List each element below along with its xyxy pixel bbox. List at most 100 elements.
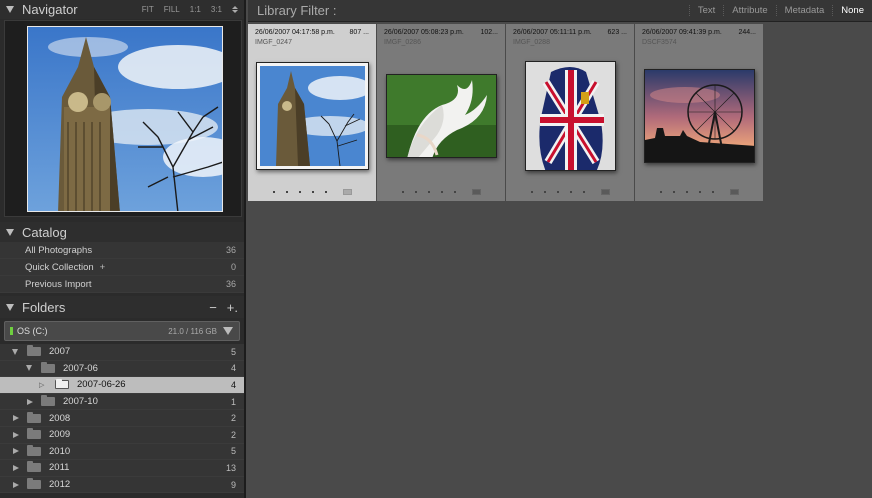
zoom-1-1[interactable]: 1:1 bbox=[190, 5, 201, 14]
metadata-badge-icon[interactable] bbox=[730, 189, 739, 195]
rating-dots[interactable] bbox=[402, 191, 456, 193]
quick-collection-plus-icon: + bbox=[99, 261, 106, 273]
folder-name: 2008 bbox=[49, 412, 71, 424]
folder-icon bbox=[41, 395, 55, 407]
catalog-item-count: 36 bbox=[225, 279, 236, 289]
folder-name: 2007-06 bbox=[63, 362, 98, 374]
catalog-panel: Catalog All Photographs 36 Quick Collect… bbox=[0, 222, 244, 293]
folder-name: 2011 bbox=[49, 462, 70, 474]
catalog-item-quick-collection[interactable]: Quick Collection + 0 bbox=[0, 259, 244, 276]
file-size: 623 ... bbox=[607, 29, 627, 36]
catalog-title: Catalog bbox=[22, 224, 67, 240]
folder-count: 5 bbox=[230, 346, 236, 357]
thumbnail[interactable] bbox=[256, 62, 369, 170]
folder-icon bbox=[27, 411, 41, 423]
file-name: DSCF3574 bbox=[642, 39, 677, 46]
folder-row-2007[interactable]: 2007 5 bbox=[0, 344, 244, 361]
volume-name: OS (C:) bbox=[17, 326, 48, 336]
folder-name: 2007 bbox=[49, 346, 71, 358]
expand-triangle-icon[interactable] bbox=[12, 348, 18, 355]
folder-count: 1 bbox=[230, 396, 236, 407]
folder-count: 2 bbox=[230, 413, 236, 424]
selected-marker-icon: ▷ bbox=[39, 381, 45, 389]
thumbnail[interactable] bbox=[386, 74, 497, 158]
grid-cell-dscf3574[interactable]: 26/06/2007 09:41:39 p.m. 244... DSCF3574 bbox=[635, 24, 764, 201]
folder-row-2007-06[interactable]: 2007-06 4 bbox=[0, 360, 244, 378]
rating-dots[interactable] bbox=[531, 191, 585, 193]
thumbnail[interactable] bbox=[644, 69, 755, 163]
folder-icon bbox=[27, 478, 41, 490]
collapse-triangle-icon[interactable] bbox=[6, 303, 14, 311]
metadata-badge-icon[interactable] bbox=[472, 189, 481, 195]
expand-triangle-icon[interactable] bbox=[13, 464, 19, 471]
folder-row-2012[interactable]: 2012 9 bbox=[0, 476, 244, 494]
catalog-item-label: Quick Collection + bbox=[0, 262, 231, 273]
zoom-fill[interactable]: FILL bbox=[164, 5, 180, 14]
folder-name: 2010 bbox=[49, 445, 71, 457]
grid-cell-imgf-0247[interactable]: 26/06/2007 04:17:58 p.m. 807 ... IMGF_02… bbox=[248, 24, 377, 201]
expand-triangle-icon[interactable] bbox=[13, 415, 19, 422]
filter-none[interactable]: None bbox=[832, 5, 872, 16]
volume-bar[interactable]: OS (C:) 21.0 / 116 GB bbox=[4, 321, 240, 341]
expand-triangle-icon[interactable] bbox=[26, 365, 32, 372]
add-folder-icon[interactable]: +. bbox=[227, 300, 238, 315]
filter-metadata[interactable]: Metadata bbox=[775, 5, 833, 16]
file-name: IMGF_0247 bbox=[255, 39, 292, 46]
folder-row-2010[interactable]: 2010 5 bbox=[0, 443, 244, 461]
folder-count: 4 bbox=[230, 363, 236, 374]
folder-row-2007-10[interactable]: 2007-10 1 bbox=[0, 393, 244, 411]
folder-row-2007-06-26[interactable]: ▷ 2007-06-26 4 bbox=[0, 377, 244, 394]
remove-folder-icon[interactable]: − bbox=[209, 300, 217, 315]
clock-tower-photo bbox=[28, 27, 222, 211]
folders-header[interactable]: Folders − +. bbox=[0, 296, 244, 318]
folder-name: 2009 bbox=[49, 429, 71, 441]
collapse-triangle-icon[interactable] bbox=[6, 6, 14, 13]
navigator-preview[interactable] bbox=[4, 20, 242, 217]
file-name: IMGF_0288 bbox=[513, 39, 550, 46]
expand-triangle-icon[interactable] bbox=[13, 431, 19, 438]
folder-icon bbox=[27, 461, 41, 473]
navigator-header[interactable]: Navigator FIT FILL 1:1 3:1 bbox=[0, 0, 244, 19]
expand-triangle-icon[interactable] bbox=[27, 398, 33, 405]
file-size: 807 ... bbox=[349, 29, 369, 36]
metadata-badge-icon[interactable] bbox=[343, 189, 352, 195]
catalog-header[interactable]: Catalog bbox=[0, 222, 244, 242]
ferris-wheel-sunset-thumbnail bbox=[645, 70, 754, 162]
folder-row-2008[interactable]: 2008 2 bbox=[0, 410, 244, 427]
navigator-title: Navigator bbox=[22, 2, 78, 17]
collapse-triangle-icon[interactable] bbox=[6, 228, 14, 236]
expand-triangle-icon[interactable] bbox=[13, 481, 19, 488]
catalog-item-all-photographs[interactable]: All Photographs 36 bbox=[0, 242, 244, 259]
folder-icon bbox=[27, 444, 41, 456]
filter-attribute[interactable]: Attribute bbox=[723, 5, 775, 16]
expand-triangle-icon[interactable] bbox=[13, 448, 19, 455]
navigator-preview-image[interactable] bbox=[27, 26, 223, 212]
capture-date: 26/06/2007 09:41:39 p.m. bbox=[642, 29, 722, 36]
folder-icon bbox=[55, 379, 69, 390]
zoom-3-1[interactable]: 3:1 bbox=[211, 5, 222, 14]
capture-date: 26/06/2007 05:11:11 p.m. bbox=[513, 29, 592, 36]
rating-dots[interactable] bbox=[273, 191, 327, 193]
folder-row-2011[interactable]: 2011 13 bbox=[0, 460, 244, 477]
folder-row-2009[interactable]: 2009 2 bbox=[0, 426, 244, 444]
catalog-item-label: Previous Import bbox=[25, 278, 92, 290]
zoom-stepper-icon[interactable] bbox=[232, 6, 238, 13]
folder-name: 2007-10 bbox=[63, 396, 98, 408]
grid-cell-imgf-0288[interactable]: 26/06/2007 05:11:11 p.m. 623 ... IMGF_02… bbox=[506, 24, 635, 201]
filter-text[interactable]: Text bbox=[688, 5, 723, 16]
catalog-item-previous-import[interactable]: Previous Import 36 bbox=[0, 276, 244, 293]
rating-dots[interactable] bbox=[660, 191, 714, 193]
file-size: 244... bbox=[738, 29, 756, 36]
folders-title: Folders bbox=[22, 299, 66, 315]
folder-name: 2007-06-26 bbox=[77, 379, 126, 391]
folder-count: 5 bbox=[230, 446, 236, 457]
file-size: 102... bbox=[480, 29, 498, 36]
metadata-badge-icon[interactable] bbox=[601, 189, 610, 195]
clock-tower-thumbnail bbox=[260, 66, 365, 166]
grid-cell-imgf-0286[interactable]: 26/06/2007 05:08:23 p.m. 102... IMGF_028… bbox=[377, 24, 506, 201]
folder-actions: − +. bbox=[209, 300, 244, 315]
zoom-fit[interactable]: FIT bbox=[142, 5, 154, 14]
volume-dropdown-icon[interactable] bbox=[223, 327, 233, 335]
thumbnail[interactable] bbox=[525, 61, 616, 171]
folders-panel: Folders − +. OS (C:) 21.0 / 116 GB 2007 … bbox=[0, 296, 244, 494]
